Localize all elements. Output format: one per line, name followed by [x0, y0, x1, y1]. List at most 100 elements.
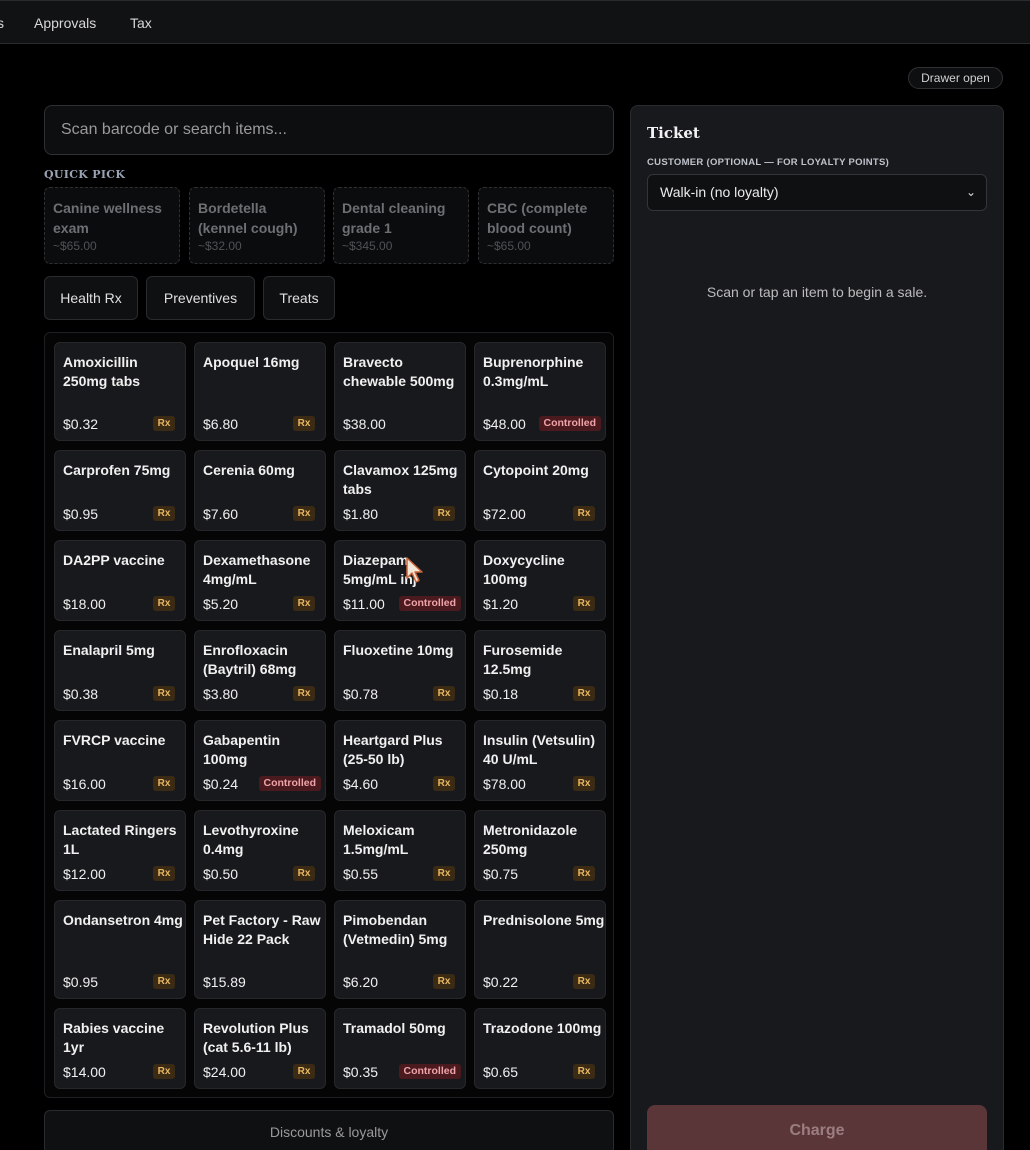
customer-label: CUSTOMER (OPTIONAL — FOR LOYALTY POINTS)	[647, 157, 890, 168]
product-card[interactable]: Gabapentin 100mg $0.24 Controlled	[194, 720, 326, 801]
quick-pick-price: ~$32.00	[198, 239, 242, 253]
quick-pick-name: Bordetella (kennel cough)	[198, 200, 298, 236]
chevron-down-icon: ⌄	[965, 185, 976, 199]
product-name: Bravecto chewable 500mg	[343, 354, 455, 389]
nav-item-approvals[interactable]: Approvals	[34, 15, 96, 31]
product-name: Tramadol 50mg	[343, 1020, 446, 1036]
product-card[interactable]: Carprofen 75mg $0.95 Rx	[54, 450, 186, 531]
product-card[interactable]: Bravecto chewable 500mg $38.00	[334, 342, 466, 441]
charge-button[interactable]: Charge	[647, 1105, 987, 1150]
product-card[interactable]: Heartgard Plus (25-50 lb) $4.60 Rx	[334, 720, 466, 801]
product-card[interactable]: Pet Factory - Raw Hide 22 Pack $15.89	[194, 900, 326, 999]
product-price: $0.95	[63, 506, 99, 522]
product-name: Buprenorphine 0.3mg/mL	[483, 354, 584, 389]
rx-badge: Rx	[153, 686, 175, 701]
product-card[interactable]: Buprenorphine 0.3mg/mL $48.00 Controlled	[474, 342, 606, 441]
quick-pick-item[interactable]: Dental cleaning grade 1 ~$345.00	[333, 187, 469, 264]
product-card[interactable]: Diazepam 5mg/mL inj $11.00 Controlled	[334, 540, 466, 621]
product-name: Insulin (Vetsulin) 40 U/mL	[483, 732, 596, 767]
product-card[interactable]: Rabies vaccine 1yr $14.00 Rx	[54, 1008, 186, 1089]
product-card[interactable]: Enrofloxacin (Baytril) 68mg $3.80 Rx	[194, 630, 326, 711]
quick-pick-title: QUICK PICK	[44, 168, 126, 181]
product-price: $0.35	[343, 1064, 379, 1080]
product-name: Diazepam 5mg/mL inj	[343, 552, 417, 587]
product-card[interactable]: Cerenia 60mg $7.60 Rx	[194, 450, 326, 531]
product-price: $78.00	[483, 776, 526, 792]
product-card[interactable]: Furosemide 12.5mg $0.18 Rx	[474, 630, 606, 711]
product-name: Doxycycline 100mg	[483, 552, 565, 587]
rx-badge: Rx	[153, 1064, 175, 1079]
product-card[interactable]: Levothyroxine 0.4mg $0.50 Rx	[194, 810, 326, 891]
product-name: FVRCP vaccine	[63, 732, 166, 748]
nav-item-tax[interactable]: Tax	[130, 15, 152, 31]
product-card[interactable]: Dexamethasone 4mg/mL $5.20 Rx	[194, 540, 326, 621]
product-price: $3.80	[203, 686, 239, 702]
product-name: Enalapril 5mg	[63, 642, 155, 658]
product-card[interactable]: Fluoxetine 10mg $0.78 Rx	[334, 630, 466, 711]
product-card[interactable]: Insulin (Vetsulin) 40 U/mL $78.00 Rx	[474, 720, 606, 801]
rx-badge: Rx	[153, 506, 175, 521]
product-card[interactable]: Prednisolone 5mg $0.22 Rx	[474, 900, 606, 999]
rx-badge: Rx	[153, 776, 175, 791]
tab-treats[interactable]: Treats	[263, 276, 335, 320]
rx-badge: Rx	[433, 776, 455, 791]
rx-badge: Rx	[573, 686, 595, 701]
product-name: Cytopoint 20mg	[483, 462, 589, 478]
discounts-loyalty-button[interactable]: Discounts & loyalty	[44, 1110, 614, 1150]
product-card[interactable]: Ondansetron 4mg $0.95 Rx	[54, 900, 186, 999]
product-card[interactable]: Metronidazole 250mg $0.75 Rx	[474, 810, 606, 891]
product-card[interactable]: Doxycycline 100mg $1.20 Rx	[474, 540, 606, 621]
nav-item-partial[interactable]: s	[0, 15, 4, 31]
product-name: Gabapentin 100mg	[203, 732, 281, 767]
rx-badge: Rx	[573, 1064, 595, 1079]
quick-pick-item[interactable]: Bordetella (kennel cough) ~$32.00	[189, 187, 325, 264]
rx-badge: Rx	[293, 1064, 315, 1079]
product-price: $0.55	[343, 866, 379, 882]
product-card[interactable]: DA2PP vaccine $18.00 Rx	[54, 540, 186, 621]
product-price: $18.00	[63, 596, 106, 612]
quick-pick-item[interactable]: CBC (complete blood count) ~$65.00	[478, 187, 614, 264]
product-card[interactable]: FVRCP vaccine $16.00 Rx	[54, 720, 186, 801]
quick-pick-name: Canine wellness exam	[53, 200, 162, 236]
product-price: $0.95	[63, 974, 99, 990]
product-name: Enrofloxacin (Baytril) 68mg	[203, 642, 297, 677]
search-input[interactable]	[44, 105, 614, 155]
tab-health-rx[interactable]: Health Rx	[44, 276, 138, 320]
tab-preventives[interactable]: Preventives	[146, 276, 255, 320]
product-card[interactable]: Lactated Ringers 1L $12.00 Rx	[54, 810, 186, 891]
product-price: $72.00	[483, 506, 526, 522]
product-card[interactable]: Cytopoint 20mg $72.00 Rx	[474, 450, 606, 531]
product-price: $5.20	[203, 596, 239, 612]
product-card[interactable]: Meloxicam 1.5mg/mL $0.55 Rx	[334, 810, 466, 891]
product-card[interactable]: Revolution Plus (cat 5.6-11 lb) $24.00 Rx	[194, 1008, 326, 1089]
controlled-badge: Controlled	[398, 1064, 461, 1079]
product-price: $11.00	[343, 596, 385, 612]
quick-pick-item[interactable]: Canine wellness exam ~$65.00	[44, 187, 180, 264]
product-card[interactable]: Tramadol 50mg $0.35 Controlled	[334, 1008, 466, 1089]
product-card[interactable]: Clavamox 125mg tabs $1.80 Rx	[334, 450, 466, 531]
product-card[interactable]: Amoxicillin 250mg tabs $0.32 Rx	[54, 342, 186, 441]
product-price: $12.00	[63, 866, 106, 882]
rx-badge: Rx	[293, 866, 315, 881]
empty-ticket-message: Scan or tap an item to begin a sale.	[706, 284, 928, 300]
product-price: $0.75	[483, 866, 519, 882]
product-name: DA2PP vaccine	[63, 552, 165, 568]
product-name: Clavamox 125mg tabs	[343, 462, 458, 497]
customer-select[interactable]: Walk-in (no loyalty) ⌄	[647, 174, 987, 211]
product-name: Metronidazole 250mg	[483, 822, 578, 857]
product-card[interactable]: Apoquel 16mg $6.80 Rx	[194, 342, 326, 441]
product-price: $1.20	[483, 596, 519, 612]
product-name: Heartgard Plus (25-50 lb)	[343, 732, 443, 767]
product-price: $0.65	[483, 1064, 519, 1080]
rx-badge: Rx	[433, 866, 455, 881]
product-price: $48.00	[483, 416, 526, 432]
product-card[interactable]: Enalapril 5mg $0.38 Rx	[54, 630, 186, 711]
rx-badge: Rx	[293, 596, 315, 611]
controlled-badge: Controlled	[538, 416, 601, 431]
product-name: Revolution Plus (cat 5.6-11 lb)	[203, 1020, 309, 1055]
controlled-badge: Controlled	[398, 596, 461, 611]
product-name: Fluoxetine 10mg	[343, 642, 454, 658]
product-price: $38.00	[343, 416, 386, 432]
product-card[interactable]: Pimobendan (Vetmedin) 5mg $6.20 Rx	[334, 900, 466, 999]
product-card[interactable]: Trazodone 100mg $0.65 Rx	[474, 1008, 606, 1089]
